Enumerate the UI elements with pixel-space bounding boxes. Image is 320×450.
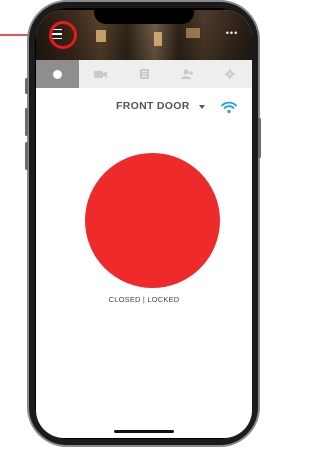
phone-side-button xyxy=(258,118,261,158)
tab-events[interactable] xyxy=(122,60,165,88)
tab-video[interactable] xyxy=(79,60,122,88)
device-selector[interactable]: FRONT DOOR xyxy=(36,100,252,116)
tab-users[interactable] xyxy=(166,60,209,88)
phone-notch xyxy=(94,10,194,24)
video-camera-icon xyxy=(94,70,108,78)
phone-side-button xyxy=(25,108,28,136)
lock-status-indicator[interactable] xyxy=(85,153,220,288)
phone-side-button xyxy=(25,78,28,94)
status-dot-icon xyxy=(53,69,63,79)
users-icon xyxy=(180,69,193,79)
tab-bar xyxy=(36,60,252,88)
lock-status-label: CLOSED | LOCKED xyxy=(108,295,180,304)
tab-settings[interactable] xyxy=(209,60,252,88)
device-name[interactable]: FRONT DOOR xyxy=(116,100,196,112)
tab-status[interactable] xyxy=(36,60,80,88)
annotation-highlight-circle xyxy=(49,21,77,49)
app-screen: ••• FRONT DOOR CLOSED | LOCKED xyxy=(36,10,252,438)
page: ••• FRONT DOOR CLOSED | LOCKED xyxy=(0,0,261,450)
home-indicator xyxy=(114,430,174,433)
event-log-icon xyxy=(139,69,149,79)
chevron-down-icon[interactable] xyxy=(199,105,205,109)
settings-gear-icon xyxy=(225,69,236,79)
phone-side-button xyxy=(25,142,28,170)
wifi-icon xyxy=(221,101,237,114)
more-dots-icon[interactable]: ••• xyxy=(224,28,240,38)
